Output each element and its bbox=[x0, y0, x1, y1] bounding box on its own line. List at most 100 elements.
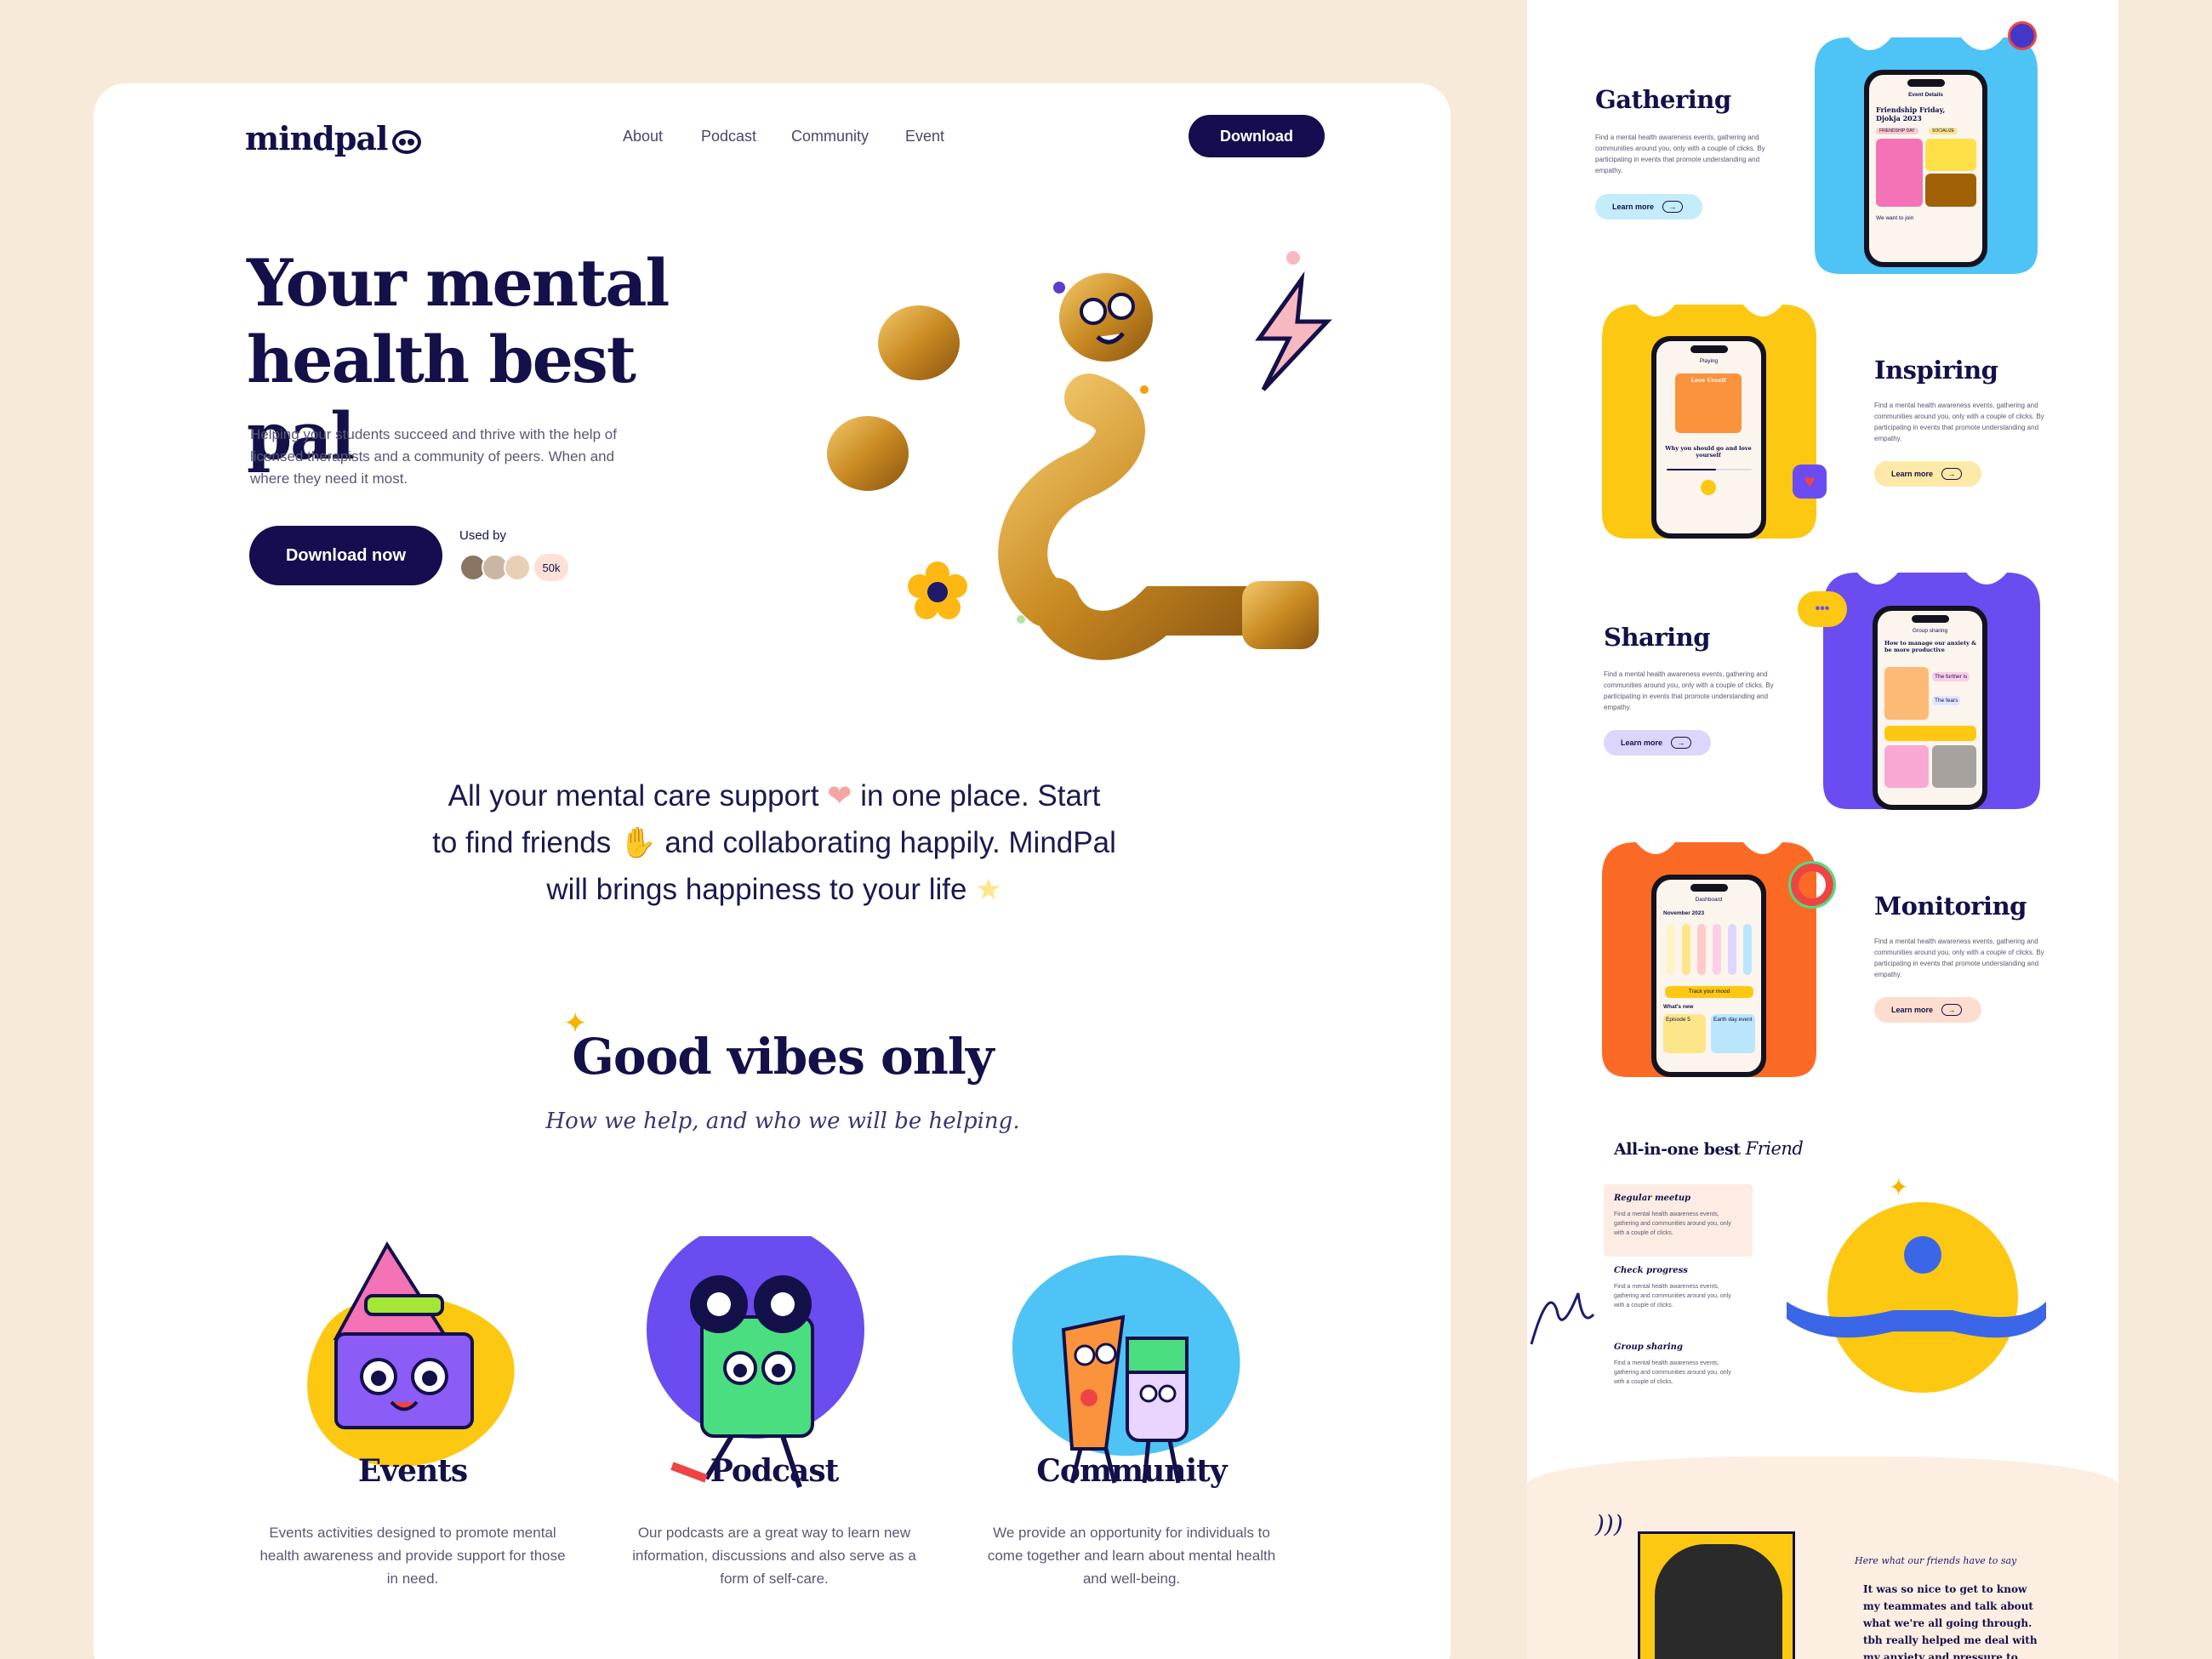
sharing-photo-3 bbox=[1932, 745, 1976, 788]
gathering-event-title: Friendship Friday, Djokja 2023 bbox=[1876, 105, 1946, 123]
good-vibes-title: Good vibes only bbox=[572, 1028, 994, 1086]
feature-item-regular-meetup[interactable]: Regular meetup Find a mental health awar… bbox=[1614, 1194, 1742, 1238]
sharing-phone: Group sharing How to manage our anxiety … bbox=[1873, 606, 1987, 810]
ring-toy-icon bbox=[1788, 861, 1836, 909]
nav-about[interactable]: About bbox=[623, 128, 663, 145]
sharing-now-playing[interactable] bbox=[1884, 726, 1976, 741]
testimonial-quote: It was so nice to get to know my teammat… bbox=[1863, 1583, 2038, 1659]
confetti-dot bbox=[1017, 615, 1025, 624]
arrow-right-icon: → bbox=[1671, 737, 1692, 749]
inspiring-description: Find a mental health awareness events, g… bbox=[1874, 402, 2044, 442]
logo-face-icon bbox=[392, 129, 422, 154]
golden-head bbox=[1059, 273, 1153, 362]
feature-podcast-description: Our podcasts are a great way to learn ne… bbox=[632, 1525, 916, 1587]
mood-bar-5 bbox=[1728, 924, 1736, 975]
landing-page-card: mindpal About Podcast Community Event Do… bbox=[94, 83, 1451, 1659]
monitoring-card-2[interactable]: Earth day event bbox=[1711, 1014, 1755, 1053]
sharing-member-photo bbox=[1884, 667, 1929, 720]
arrow-right-icon: → bbox=[1941, 1004, 1963, 1016]
arrow-right-icon: → bbox=[1941, 468, 1963, 480]
heart-mug-icon: ♥ bbox=[1793, 465, 1827, 499]
hero-description: Helping your students succeed and thrive… bbox=[250, 426, 617, 487]
feature-events-title: Events bbox=[357, 1453, 468, 1489]
download-now-button[interactable]: Download now bbox=[249, 526, 442, 585]
face-left-eye bbox=[1080, 298, 1107, 325]
testimonial-person-photo bbox=[1655, 1544, 1782, 1659]
inspiring-episode-title: Why you should go and love yourself bbox=[1665, 445, 1752, 459]
sharing-screen: Group sharing How to manage our anxiety … bbox=[1878, 611, 1982, 805]
thumbs-up-hand bbox=[878, 305, 960, 380]
gathering-photo-1 bbox=[1876, 139, 1923, 207]
gathering-learn-more[interactable]: Learn more → bbox=[1595, 194, 1702, 219]
sharing-learn-more[interactable]: Learn more → bbox=[1604, 730, 1711, 755]
bell-icon bbox=[2008, 21, 2037, 50]
feature-podcast-title: Podcast bbox=[710, 1453, 839, 1489]
monitoring-card-1[interactable]: Episode 5 bbox=[1663, 1014, 1706, 1053]
testimonial-label: Here what our friends have to say bbox=[1855, 1555, 2017, 1566]
all-in-one-title: All-in-one best Friend bbox=[1614, 1138, 1804, 1159]
mindpal-logo[interactable]: mindpal bbox=[245, 119, 422, 157]
regular-meetup-description: Find a mental health awareness events, g… bbox=[1614, 1211, 1731, 1236]
sharing-description: Find a mental health awareness events, g… bbox=[1604, 670, 1774, 711]
monitoring-learn-more[interactable]: Learn more → bbox=[1874, 997, 1981, 1023]
all-in-one-title-script: Friend bbox=[1745, 1138, 1804, 1159]
progress-fill bbox=[1667, 469, 1716, 470]
group-sharing-title: Group sharing bbox=[1614, 1343, 1683, 1352]
heart-icon: ❤ bbox=[827, 779, 852, 812]
monitoring-screen-header: Dashboard bbox=[1695, 897, 1723, 903]
statement-line2a: to find friends bbox=[432, 826, 612, 859]
feature-item-check-progress[interactable]: Check progress Find a mental health awar… bbox=[1614, 1266, 1742, 1310]
mood-bar-2 bbox=[1682, 924, 1690, 975]
inspiring-card-title: Love Urself bbox=[1690, 377, 1726, 384]
mood-bar-4 bbox=[1713, 924, 1721, 975]
all-in-one-title-text: All-in-one best bbox=[1614, 1140, 1741, 1159]
inspiring-screen-header: Playing bbox=[1699, 358, 1719, 364]
monitoring-phone: Dashboard November 2023 Track your mood … bbox=[1651, 875, 1766, 1077]
inspiring-title: Inspiring bbox=[1874, 356, 1998, 385]
golden-legs bbox=[998, 373, 1301, 660]
gathering-learn-more-label: Learn more bbox=[1612, 202, 1655, 211]
mood-bar-6 bbox=[1743, 924, 1752, 975]
feature-community-description: We provide an opportunity for individual… bbox=[987, 1525, 1276, 1587]
nav-podcast[interactable]: Podcast bbox=[701, 128, 756, 145]
app-features-panel: Gathering Find a mental health awareness… bbox=[1527, 0, 2118, 1659]
lightning-bolt bbox=[1255, 271, 1332, 391]
gathering-phone: Event Details Friendship Friday, Djokja … bbox=[1864, 70, 1987, 267]
mood-bar-1 bbox=[1667, 924, 1675, 975]
statement-line1a: All your mental care support bbox=[448, 779, 819, 812]
arrow-right-icon: → bbox=[1662, 201, 1684, 213]
check-progress-title: Check progress bbox=[1614, 1266, 1688, 1275]
statement-line3: will brings happiness to your life bbox=[546, 873, 967, 906]
face-right-eye bbox=[1108, 293, 1135, 320]
golden-figure-illustration bbox=[827, 251, 1332, 660]
statement-line1b: in one place. Start bbox=[860, 779, 1101, 812]
monitoring-description: Find a mental health awareness events, g… bbox=[1874, 938, 2044, 978]
fist-hand bbox=[827, 416, 909, 491]
feature-community-title: Community bbox=[1036, 1453, 1227, 1489]
track-mood-button[interactable]: Track your mood bbox=[1665, 986, 1753, 998]
used-by-label: Used by bbox=[459, 528, 507, 543]
sharing-title: Sharing bbox=[1604, 623, 1710, 652]
header-download-button[interactable]: Download bbox=[1189, 115, 1325, 157]
check-progress-description: Find a mental health awareness events, g… bbox=[1614, 1284, 1731, 1308]
confetti-dot bbox=[1053, 282, 1065, 294]
sharing-group-title: How to manage our anxiety & be more prod… bbox=[1884, 640, 1976, 653]
gathering-screen: Event Details Friendship Friday, Djokja … bbox=[1869, 75, 1982, 262]
inspiring-phone: Playing Love Urself Why you should go an… bbox=[1651, 336, 1766, 539]
inspiring-learn-more[interactable]: Learn more → bbox=[1874, 461, 1981, 487]
play-pause-button[interactable] bbox=[1701, 480, 1716, 495]
gathering-tag-2: SOCIALIZE bbox=[1929, 128, 1958, 134]
nav-community[interactable]: Community bbox=[791, 128, 869, 145]
gathering-description: Find a mental health awareness events, g… bbox=[1595, 134, 1765, 174]
confetti-dot bbox=[1286, 251, 1300, 265]
gathering-photo-2 bbox=[1925, 139, 1976, 171]
sharing-learn-more-label: Learn more bbox=[1621, 738, 1663, 747]
nav-event[interactable]: Event bbox=[905, 128, 944, 145]
flower-icon bbox=[908, 562, 967, 619]
sharing-tag-1: The further is bbox=[1932, 672, 1970, 681]
mood-bar-3 bbox=[1697, 924, 1706, 975]
gathering-join-label: We want to join bbox=[1876, 215, 1914, 221]
squiggle-icon bbox=[1530, 1292, 1595, 1345]
feature-item-group-sharing[interactable]: Group sharing Find a mental health aware… bbox=[1614, 1343, 1742, 1387]
gathering-tag-1: FRIENDSHIP DAY bbox=[1876, 128, 1918, 134]
